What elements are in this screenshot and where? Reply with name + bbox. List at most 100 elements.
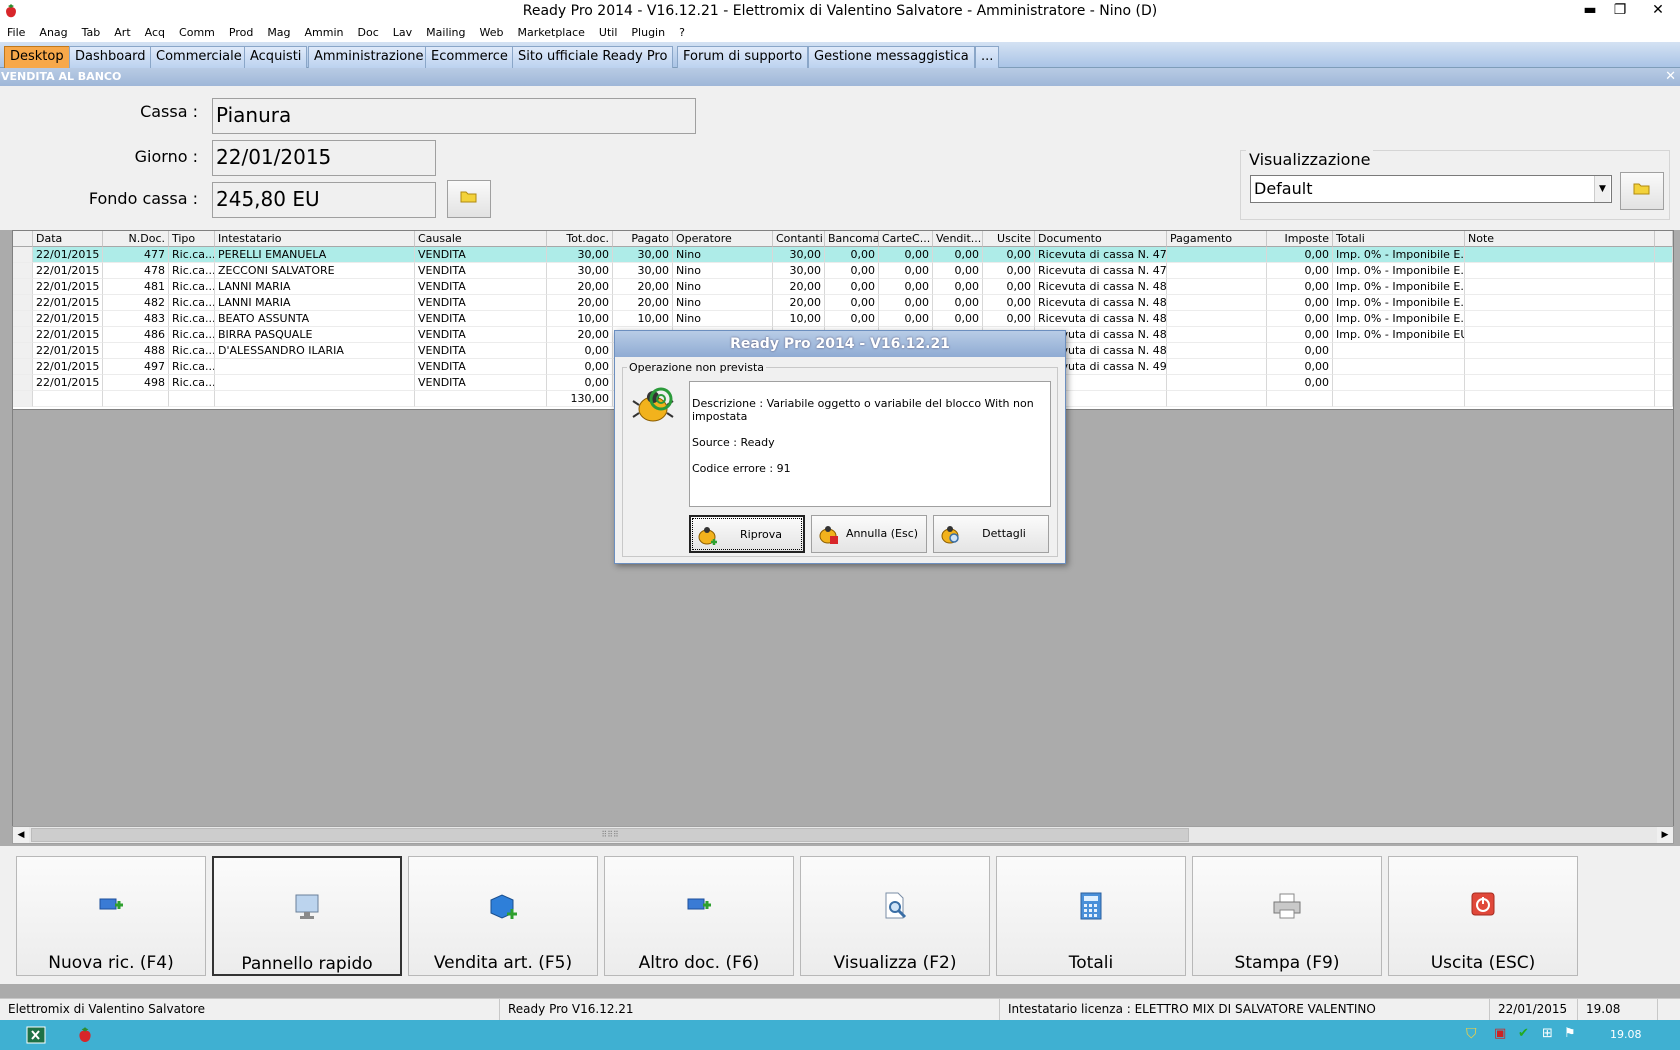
menu-acq[interactable]: Acq — [138, 23, 172, 42]
fondo-cassa-folder-button[interactable] — [447, 180, 491, 218]
cassa-field[interactable]: Pianura — [212, 98, 696, 134]
table-cell — [1333, 391, 1465, 407]
column-header[interactable]: Bancomat — [825, 231, 879, 247]
menu-mailing[interactable]: Mailing — [419, 23, 472, 42]
row-indicator[interactable] — [13, 231, 33, 247]
tab-dashboard[interactable]: Dashboard — [69, 46, 152, 68]
menu-file[interactable]: File — [0, 23, 32, 42]
network-tray-icon[interactable]: ⊞ — [1542, 1026, 1553, 1041]
column-header[interactable]: N.Doc. — [103, 231, 169, 247]
column-header[interactable]: Operatore — [673, 231, 773, 247]
visualizza-button[interactable]: Visualizza (F2) — [800, 856, 990, 976]
tab-forum-supporto[interactable]: Forum di supporto — [677, 46, 809, 68]
tab-gestione-messaggistica[interactable]: Gestione messaggistica — [808, 46, 975, 68]
column-header[interactable]: Uscite — [983, 231, 1035, 247]
vendita-articolo-button[interactable]: Vendita art. (F5) — [408, 856, 598, 976]
column-header[interactable]: Note — [1465, 231, 1655, 247]
scroll-left-icon[interactable]: ◀ — [13, 827, 29, 843]
menu-comm[interactable]: Comm — [172, 23, 222, 42]
menu-lav[interactable]: Lav — [386, 23, 419, 42]
chevron-down-icon[interactable]: ▼ — [1594, 176, 1610, 202]
menu-web[interactable]: Web — [473, 23, 511, 42]
tab-more[interactable]: ... — [975, 46, 1000, 68]
column-header[interactable]: Imposte — [1267, 231, 1333, 247]
menu-art[interactable]: Art — [107, 23, 137, 42]
menu-anag[interactable]: Anag — [32, 23, 74, 42]
column-header[interactable]: CarteC... — [879, 231, 933, 247]
dettagli-button[interactable]: Dettagli — [933, 515, 1049, 553]
riprova-button[interactable]: Riprova — [689, 515, 805, 553]
strawberry-taskbar-icon[interactable] — [76, 1026, 94, 1044]
row-indicator[interactable] — [13, 343, 33, 359]
uscita-button[interactable]: Uscita (ESC) — [1388, 856, 1578, 976]
menu-marketplace[interactable]: Marketplace — [511, 23, 592, 42]
column-header[interactable]: Vendit... — [933, 231, 983, 247]
visualizzazione-select[interactable]: Default — [1250, 175, 1612, 203]
column-header[interactable]: Pagato — [613, 231, 673, 247]
column-header[interactable]: Documento — [1035, 231, 1167, 247]
app-tray-icon[interactable]: ▣ — [1494, 1026, 1506, 1041]
menu-tab[interactable]: Tab — [75, 23, 108, 42]
dialog-message: Descrizione : Variabile oggetto o variab… — [689, 381, 1051, 507]
row-indicator[interactable] — [13, 247, 33, 263]
fondo-cassa-field[interactable]: 245,80 EU — [212, 182, 436, 218]
close-window-button[interactable]: ✕ — [1643, 0, 1673, 21]
altro-documento-button[interactable]: Altro doc. (F6) — [604, 856, 794, 976]
table-row[interactable]: 22/01/2015 478 Ric.ca... ZECCONI SALVATORE V… — [13, 263, 1673, 279]
grid-filler — [1655, 247, 1673, 263]
row-indicator[interactable] — [13, 279, 33, 295]
grid-filler — [1655, 343, 1673, 359]
stampa-button[interactable]: Stampa (F9) — [1192, 856, 1382, 976]
tab-commerciale[interactable]: Commerciale — [150, 46, 248, 68]
table-row[interactable]: 22/01/2015 477 Ric.ca... PERELLI EMANUELA VE… — [13, 247, 1673, 263]
shield-tray-icon[interactable]: ⛉ — [1466, 1026, 1477, 1042]
column-header[interactable]: Pagamento — [1167, 231, 1267, 247]
tab-acquisti[interactable]: Acquisti — [244, 46, 308, 68]
menu-util[interactable]: Util — [592, 23, 624, 42]
minimize-button[interactable]: ▬ — [1575, 0, 1605, 21]
tab-desktop[interactable]: Desktop — [4, 46, 70, 68]
nuova-ricevuta-button[interactable]: Nuova ric. (F4) — [16, 856, 206, 976]
annulla-button[interactable]: Annulla (Esc) — [811, 515, 927, 553]
section-close-icon[interactable]: ✕ — [1665, 68, 1676, 85]
row-indicator[interactable] — [13, 295, 33, 311]
pannello-rapido-button[interactable]: Pannello rapido — [212, 856, 402, 976]
visualizzazione-folder-button[interactable] — [1620, 172, 1664, 210]
column-header[interactable]: Causale — [415, 231, 547, 247]
totali-button[interactable]: Totali — [996, 856, 1186, 976]
column-header[interactable]: Intestatario — [215, 231, 415, 247]
giorno-field[interactable]: 22/01/2015 — [212, 140, 436, 176]
table-row[interactable]: 22/01/2015 483 Ric.ca... BEATO ASSUNTA VENDI… — [13, 311, 1673, 327]
menu-doc[interactable]: Doc — [351, 23, 386, 42]
scroll-right-icon[interactable]: ▶ — [1657, 827, 1673, 843]
tab-amministrazione[interactable]: Amministrazione — [308, 46, 430, 68]
table-row[interactable]: 22/01/2015 482 Ric.ca... LANNI MARIA VENDITA… — [13, 295, 1673, 311]
horizontal-scrollbar[interactable]: ◀ ⠿⠿⠿ ▶ — [12, 826, 1674, 844]
scrollbar-thumb[interactable]: ⠿⠿⠿ — [31, 828, 1189, 842]
table-row[interactable]: 22/01/2015 481 Ric.ca... LANNI MARIA VENDITA… — [13, 279, 1673, 295]
menu-plugin[interactable]: Plugin — [624, 23, 672, 42]
row-indicator[interactable] — [13, 359, 33, 375]
row-indicator[interactable] — [13, 375, 33, 391]
dialog-title[interactable]: Ready Pro 2014 - V16.12.21 — [615, 331, 1065, 357]
column-header[interactable]: Data — [33, 231, 103, 247]
menu-mag[interactable]: Mag — [260, 23, 297, 42]
strawberry-app-icon[interactable] — [3, 3, 19, 19]
row-indicator[interactable] — [13, 263, 33, 279]
tab-ecommerce[interactable]: Ecommerce — [425, 46, 514, 68]
column-header[interactable]: Contanti — [773, 231, 825, 247]
menu-prod[interactable]: Prod — [222, 23, 260, 42]
check-tray-icon[interactable]: ✔ — [1518, 1026, 1529, 1041]
row-indicator[interactable] — [13, 327, 33, 343]
row-indicator[interactable] — [13, 311, 33, 327]
excel-icon[interactable] — [26, 1026, 46, 1044]
tab-sito-ufficiale[interactable]: Sito ufficiale Ready Pro — [512, 46, 674, 68]
restore-button[interactable]: ❐ — [1605, 0, 1635, 21]
menu-help[interactable]: ? — [672, 23, 692, 42]
menu-ammin[interactable]: Ammin — [298, 23, 351, 42]
column-header[interactable]: Tot.doc. — [547, 231, 613, 247]
flag-tray-icon[interactable]: ⚑ — [1564, 1026, 1576, 1041]
column-header[interactable]: Tipo — [169, 231, 215, 247]
column-header[interactable]: Totali — [1333, 231, 1465, 247]
row-indicator[interactable] — [13, 391, 33, 407]
